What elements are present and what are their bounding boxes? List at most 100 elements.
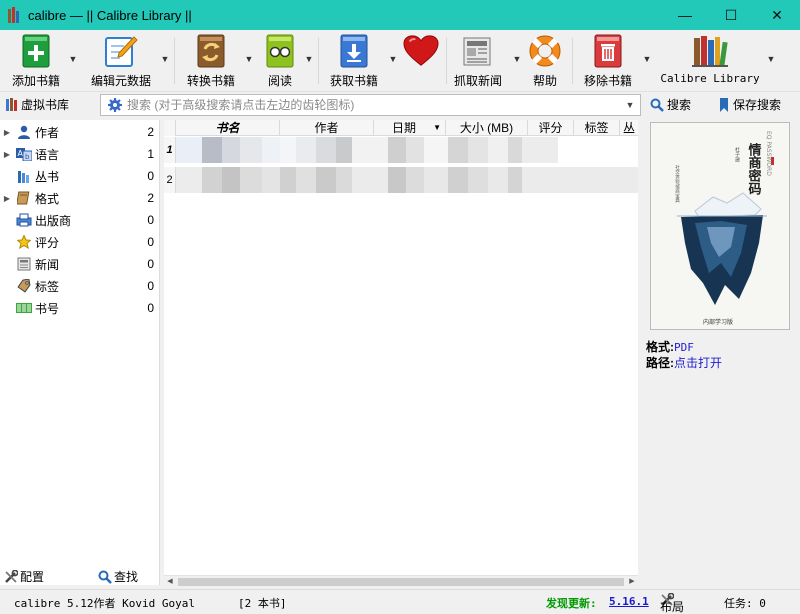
tag-category-name: 标签 <box>35 279 60 294</box>
search-button-label: 搜索 <box>667 98 692 112</box>
gear-icon[interactable] <box>108 98 122 112</box>
search-input[interactable] <box>127 96 623 114</box>
fetch-news-dropdown-arrow[interactable]: ▼ <box>512 54 522 64</box>
convert-book-button[interactable]: 转换书籍 <box>183 32 239 90</box>
close-button[interactable]: ✕ <box>754 0 800 30</box>
table-row[interactable] <box>176 167 638 193</box>
library-dropdown-arrow[interactable]: ▼ <box>766 54 776 64</box>
tag-category-formats[interactable]: ▶ 格式 2 <box>0 187 160 209</box>
cover-publisher: 内部学习版 <box>703 318 733 326</box>
tag-category-name: 丛书 <box>35 169 60 184</box>
status-book-count: [2 本书] <box>238 597 287 610</box>
find-button[interactable]: 查找 <box>98 568 138 585</box>
jobs-indicator[interactable]: 任务: 0 <box>724 595 766 611</box>
tag-category-publishers[interactable]: 出版商 0 <box>0 209 160 231</box>
read-book-label: 阅读 <box>267 74 292 88</box>
edit-metadata-dropdown-arrow[interactable]: ▼ <box>160 54 170 64</box>
remove-book-dropdown-arrow[interactable]: ▼ <box>642 54 652 64</box>
scroll-right-icon[interactable]: ▶ <box>626 576 638 588</box>
save-search-button[interactable]: 保存搜索 <box>718 96 781 113</box>
cover-author: 杜子建 <box>734 146 740 163</box>
maximize-button[interactable]: ☐ <box>708 0 754 30</box>
minimize-button[interactable]: — <box>662 0 708 30</box>
update-version-link[interactable]: 5.16.1 <box>609 595 649 608</box>
book-cover-image[interactable]: EQ PASSWORD 情商密码 杜子建 社交体验/情商宝典 内部学习版 <box>650 122 790 330</box>
column-header-series[interactable]: 丛 <box>620 120 638 136</box>
status-version-author: calibre 5.12作者 Kovid Goyal <box>14 597 195 610</box>
open-path-link[interactable]: 点击打开 <box>674 356 722 370</box>
get-books-icon <box>336 32 372 70</box>
tag-category-news[interactable]: 新闻 0 <box>0 253 160 275</box>
book-list-horizontal-scrollbar[interactable]: ◀ ▶ <box>164 575 638 587</box>
read-book-button[interactable]: 阅读 <box>258 32 302 90</box>
save-search-label: 保存搜索 <box>733 98 782 112</box>
table-row[interactable] <box>176 137 638 163</box>
tag-category-count: 0 <box>147 169 154 183</box>
main-toolbar: 添加书籍 ▼ 编辑元数据 ▼ 转换书籍 ▼ 阅读 ▼ 获取书籍 ▼ 抓取新闻 ▼… <box>0 30 800 92</box>
tag-category-name: 新闻 <box>35 257 60 272</box>
search-box[interactable]: ▼ <box>100 94 641 116</box>
convert-book-dropdown-arrow[interactable]: ▼ <box>244 54 254 64</box>
format-pdf-link[interactable]: PDF <box>674 341 694 354</box>
search-button[interactable]: 搜索 <box>650 96 691 113</box>
virtual-library-button[interactable]: 虚拟书库 <box>6 96 69 113</box>
tag-category-count: 0 <box>147 213 154 227</box>
row-number[interactable]: 1 <box>164 137 176 163</box>
tag-category-authors[interactable]: ▶ 作者 2 <box>0 121 160 143</box>
tag-category-languages[interactable]: ▶ Ab 语言 1 <box>0 143 160 165</box>
expand-arrow-icon[interactable]: ▶ <box>2 150 12 159</box>
configure-button[interactable]: 配置 <box>4 568 44 585</box>
column-header-size[interactable]: 大小 (MB) <box>446 120 528 136</box>
tag-category-series[interactable]: 丛书 0 <box>0 165 160 187</box>
cover-subtitle-en: EQ PASSWORD <box>765 131 772 176</box>
fetch-news-label: 抓取新闻 <box>453 74 502 88</box>
row-number[interactable]: 2 <box>164 167 176 193</box>
library-label: Calibre Library <box>660 72 760 85</box>
series-icon <box>16 168 32 184</box>
find-label: 查找 <box>114 570 139 584</box>
get-books-label: 获取书籍 <box>329 74 378 88</box>
toolbar-separator <box>572 38 573 84</box>
column-header-tags[interactable]: 标签 <box>574 120 620 136</box>
column-header-date[interactable]: 日期 ▼ <box>374 120 446 136</box>
add-book-dropdown-arrow[interactable]: ▼ <box>68 54 78 64</box>
donate-button[interactable] <box>400 32 442 90</box>
edit-metadata-button[interactable]: 编辑元数据 <box>88 32 154 90</box>
edit-metadata-icon <box>103 32 139 70</box>
detail-format-row: 格式:PDF <box>646 338 694 355</box>
scroll-left-icon[interactable]: ◀ <box>164 576 176 588</box>
library-icon <box>690 32 730 70</box>
detail-path-row: 路径:点击打开 <box>646 354 722 371</box>
read-book-icon <box>262 32 298 70</box>
read-book-dropdown-arrow[interactable]: ▼ <box>304 54 314 64</box>
column-header-title[interactable]: 书名 <box>176 120 280 136</box>
column-header-authors[interactable]: 作者 <box>280 120 374 136</box>
tag-category-name: 格式 <box>35 191 60 206</box>
tag-category-count: 0 <box>147 301 154 315</box>
sort-indicator-icon: ▼ <box>433 123 441 132</box>
news-icon <box>16 256 32 272</box>
tag-icon <box>16 278 32 294</box>
tag-category-tags[interactable]: 标签 0 <box>0 275 160 297</box>
cover-title: 情商密码 <box>746 142 763 196</box>
get-books-button[interactable]: 获取书籍 <box>326 32 382 90</box>
layout-button[interactable]: 布局 <box>660 593 684 614</box>
expand-arrow-icon[interactable]: ▶ <box>2 128 12 137</box>
remove-book-button[interactable]: 移除书籍 <box>580 32 636 90</box>
fetch-news-button[interactable]: 抓取新闻 <box>450 32 506 90</box>
get-books-dropdown-arrow[interactable]: ▼ <box>388 54 398 64</box>
scrollbar-thumb[interactable] <box>178 578 624 586</box>
search-history-dropdown[interactable]: ▼ <box>623 100 637 110</box>
column-header-date-label: 日期 <box>392 121 417 135</box>
add-book-button[interactable]: 添加书籍 <box>8 32 64 90</box>
tag-category-identifiers[interactable]: 书号 0 <box>0 297 160 319</box>
help-button[interactable]: 帮助 <box>524 32 566 90</box>
library-button[interactable]: Calibre Library <box>660 32 760 90</box>
expand-arrow-icon[interactable]: ▶ <box>2 194 12 203</box>
column-header-rating[interactable]: 评分 <box>528 120 574 136</box>
add-book-label: 添加书籍 <box>11 74 60 88</box>
tag-category-rating[interactable]: 评分 0 <box>0 231 160 253</box>
edit-metadata-label: 编辑元数据 <box>90 74 151 88</box>
publisher-icon <box>16 212 32 228</box>
detail-format-label: 格式: <box>646 340 674 354</box>
